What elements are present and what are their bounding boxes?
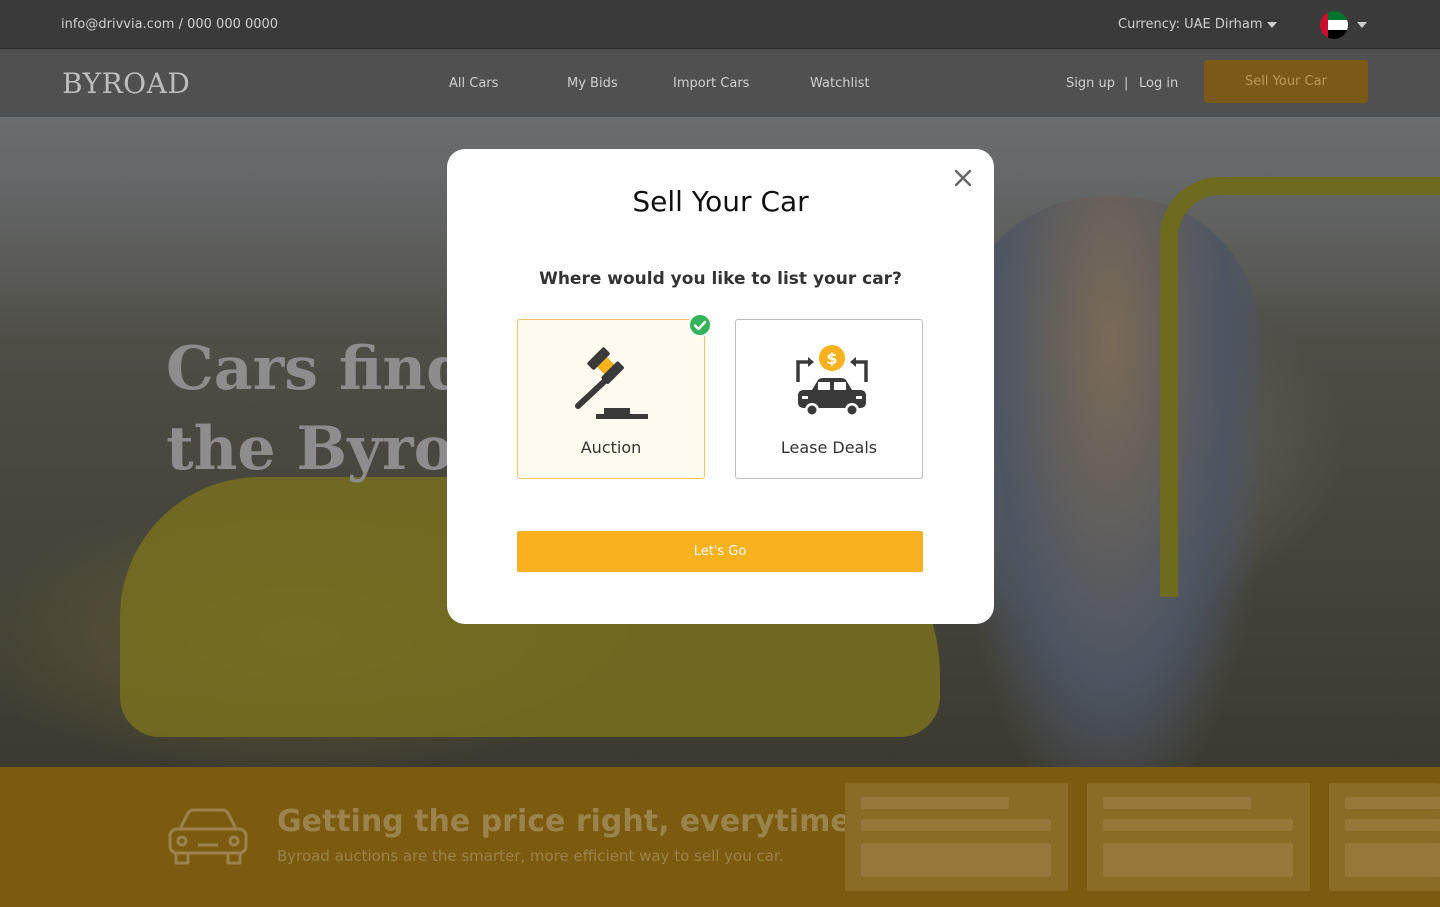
signup-link[interactable]: Sign up — [1066, 76, 1115, 91]
uae-flag-icon[interactable] — [1320, 11, 1348, 39]
hero-headline-line1: Cars find — [166, 334, 469, 404]
hero-headline-line2: the Byroa — [166, 414, 493, 484]
gavel-icon — [575, 347, 648, 419]
top-bar: info@drivvia.com / 000 000 0000 Currency… — [0, 0, 1440, 49]
chevron-down-icon[interactable] — [1267, 22, 1277, 28]
sell-your-car-button[interactable]: Sell Your Car — [1204, 60, 1368, 103]
nav-all-cars[interactable]: All Cars — [449, 76, 498, 91]
band-subtitle: Byroad auctions are the smarter, more ef… — [277, 847, 784, 865]
placeholder-card — [1329, 783, 1440, 891]
placeholder-card — [845, 783, 1068, 891]
nav-watchlist[interactable]: Watchlist — [810, 76, 870, 91]
login-link[interactable]: Log in — [1139, 76, 1178, 91]
checkmark-icon — [688, 313, 712, 337]
chevron-down-icon[interactable] — [1357, 22, 1367, 28]
value-band: Getting the price right, everytime. Byro… — [0, 767, 1440, 907]
car-outline-icon — [168, 808, 248, 865]
contact-info: info@drivvia.com / 000 000 0000 — [61, 17, 279, 32]
option-lease-deals-label: Lease Deals — [780, 438, 878, 457]
placeholder-card — [1087, 783, 1310, 891]
modal-question: Where would you like to list your car? — [539, 269, 902, 289]
sell-car-modal: Sell Your Car Where would you like to li… — [447, 149, 994, 624]
svg-text:$: $ — [826, 349, 837, 368]
car-dollar-exchange-icon: $ — [796, 345, 868, 417]
band-title: Getting the price right, everytime. — [277, 804, 863, 839]
option-lease-deals[interactable]: $ Lease Deals — [735, 319, 923, 479]
currency-selector[interactable]: Currency: UAE Dirham — [1118, 17, 1263, 32]
option-auction-label: Auction — [580, 438, 642, 457]
modal-title: Sell Your Car — [632, 185, 809, 218]
nav-import-cars[interactable]: Import Cars — [673, 76, 749, 91]
hero-headline: Cars find the Byroa — [166, 329, 492, 489]
main-header: BYROAD All Cars My Bids Import Cars Watc… — [0, 49, 1440, 117]
lets-go-button[interactable]: Let's Go — [517, 531, 923, 572]
hero-car-frame — [1160, 177, 1440, 597]
option-auction[interactable]: Auction — [517, 319, 705, 479]
nav-my-bids[interactable]: My Bids — [567, 76, 618, 91]
auth-separator: | — [1124, 76, 1129, 91]
logo[interactable]: BYROAD — [62, 67, 190, 100]
